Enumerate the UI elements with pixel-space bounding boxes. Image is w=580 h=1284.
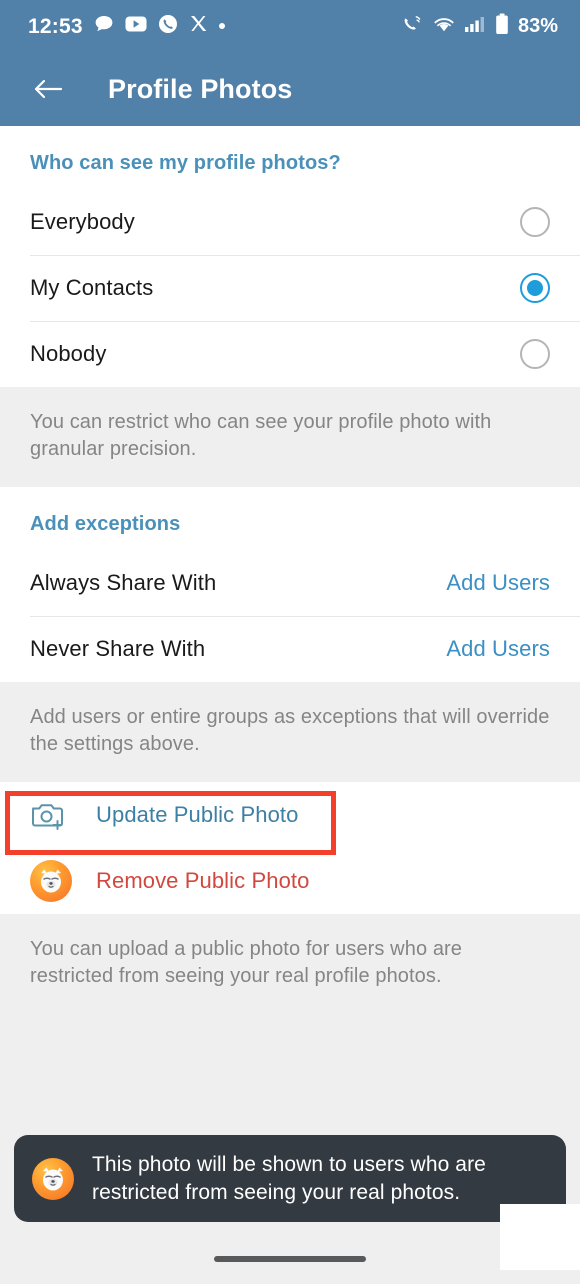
add-users-link-never[interactable]: Add Users [446,636,550,662]
public-photo-section: Update Public Photo Remove Public Photo [0,782,580,914]
option-label: My Contacts [30,275,154,300]
phone-screen: 12:53 83% Profile Photos Who can see my … [0,0,580,1284]
row-never-share-with[interactable]: Never Share With Add Users [0,616,580,682]
battery-icon [495,13,509,40]
profile-avatar-icon [30,860,72,902]
dot-icon [218,23,225,29]
option-label: Nobody [30,341,107,366]
radio-everybody[interactable] [520,207,550,237]
add-users-link-always[interactable]: Add Users [446,570,550,596]
wifi-icon [433,15,455,38]
toast-notification: This photo will be shown to users who ar… [14,1135,566,1222]
status-bar-left: 12:53 [28,14,225,39]
visibility-section-header: Who can see my profile photos? [30,152,341,174]
exceptions-section-header: Add exceptions [30,513,181,535]
back-arrow-icon[interactable] [28,69,68,109]
exceptions-section-footer: Add users or entire groups as exceptions… [0,682,580,782]
toast-message: This photo will be shown to users who ar… [92,1153,486,1204]
status-bar-right: 83% [402,13,558,40]
status-bar: 12:53 83% [0,0,580,52]
visibility-section-footer: You can restrict who can see your profil… [0,387,580,487]
remove-public-photo-label: Remove Public Photo [96,868,310,893]
row-always-share-with[interactable]: Always Share With Add Users [0,550,580,616]
x-twitter-icon [189,14,208,38]
option-label: Everybody [30,209,135,234]
phone-circle-icon [158,14,178,39]
page-title: Profile Photos [108,73,293,104]
home-indicator[interactable] [214,1256,366,1262]
toast-avatar-icon [32,1157,74,1200]
option-my-contacts[interactable]: My Contacts [0,255,580,321]
public-photo-section-footer: You can upload a public photo for users … [0,914,580,1014]
radio-nobody[interactable] [520,339,550,369]
cellular-signal-icon [464,15,486,38]
call-signal-icon [402,14,424,39]
radio-my-contacts[interactable] [520,273,550,303]
update-public-photo-row[interactable]: Update Public Photo [0,782,580,848]
remove-public-photo-row[interactable]: Remove Public Photo [0,848,580,914]
row-label: Never Share With [30,636,206,661]
settings-content: Who can see my profile photos? Everybody… [0,126,580,1284]
system-navigation-bar [0,1234,580,1284]
app-bar: Profile Photos [0,52,580,126]
white-overlay-rectangle [500,1204,580,1270]
message-bubble-icon [94,14,114,39]
update-public-photo-label: Update Public Photo [96,802,299,827]
visibility-section: Who can see my profile photos? Everybody… [0,126,580,387]
battery-percent: 83% [517,15,558,37]
option-everybody[interactable]: Everybody [0,189,580,255]
option-nobody[interactable]: Nobody [0,321,580,387]
row-label: Always Share With [30,570,217,595]
camera-add-icon [30,799,72,831]
youtube-icon [125,16,147,37]
status-time: 12:53 [28,14,83,38]
exceptions-section: Add exceptions Always Share With Add Use… [0,487,580,682]
